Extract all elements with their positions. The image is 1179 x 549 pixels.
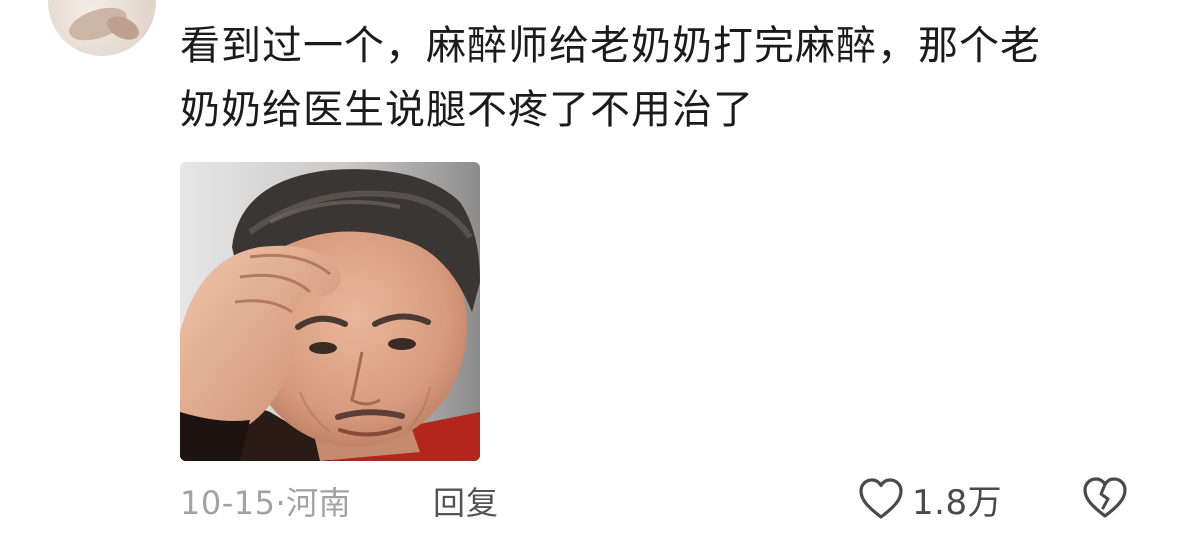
heart-outline-icon (859, 478, 903, 519)
comment-date: 10-15 (180, 484, 276, 522)
dislike-button[interactable] (1081, 474, 1129, 522)
comment-text: 看到过一个，麻醉师给老奶奶打完麻醉，那个老 奶奶给医生说腿不疼了不用治了 (180, 14, 1140, 142)
comment-image[interactable] (180, 162, 480, 461)
avatar[interactable] (48, 0, 156, 56)
comment-line-1: 看到过一个，麻醉师给老奶奶打完麻醉，那个老 (180, 23, 1041, 69)
meme-photo (180, 162, 480, 461)
meta-separator: · (275, 484, 287, 522)
comment-line-2: 奶奶给医生说腿不疼了不用治了 (180, 87, 754, 133)
comment-meta: 10-15·河南 (180, 478, 351, 524)
like-count: 1.8万 (912, 482, 1003, 523)
reply-button[interactable]: 回复 (433, 478, 499, 524)
comment-footer: 10-15·河南 回复 1.8万 (0, 470, 1179, 530)
comment-location: 河南 (286, 484, 352, 522)
broken-heart-icon (1083, 477, 1127, 518)
like-button[interactable]: 1.8万 (858, 474, 1002, 524)
